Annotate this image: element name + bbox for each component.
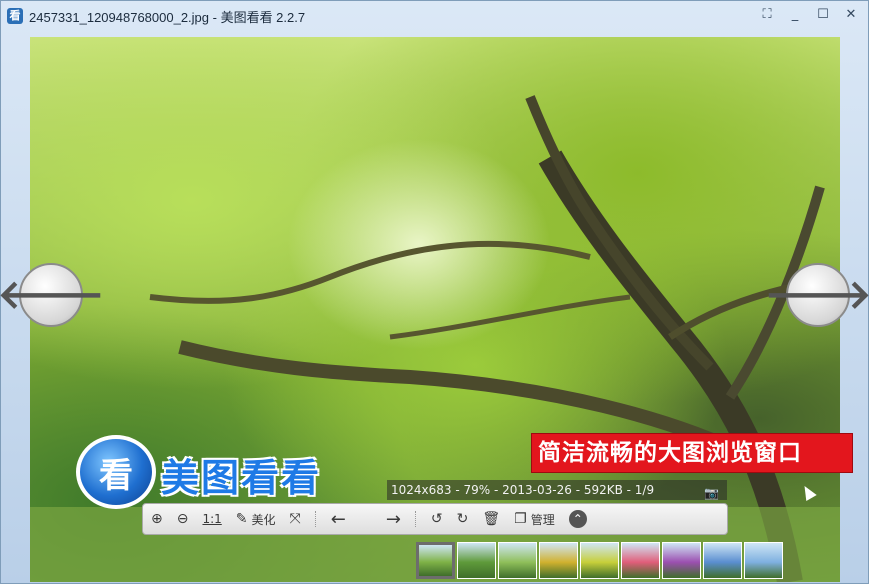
thumbnail[interactable] [662,542,701,579]
chevron-up-icon: ⌃ [572,512,583,526]
folder-icon: ❐ [514,511,527,527]
thumbnail[interactable] [498,542,537,579]
logo-text: 美图看看 [161,456,322,500]
delete-button[interactable]: 🗑 [482,507,500,531]
rotate-right-button[interactable]: ↻ [457,507,469,531]
maximize-button[interactable]: ☐ [814,6,832,24]
thumbnail[interactable] [580,542,619,579]
minimize-button[interactable]: _ [786,6,804,24]
arrow-right-icon: → [385,508,401,530]
zoom-out-icon: ⊖ [176,511,189,527]
previous-button[interactable]: ← [331,507,346,531]
share-button[interactable]: ⤧ [290,507,301,531]
app-window: 看 2457331_120948768000_2.jpg - 美图看看 2.2.… [0,0,869,584]
rotate-right-icon: ↻ [456,511,469,527]
zoom-in-button[interactable]: ⊕ [151,507,163,531]
logo-mark: 看 [99,455,133,496]
thumbnail-strip [416,542,783,582]
actual-size-button[interactable]: 1:1 [202,507,221,531]
app-logo: 看 [76,435,156,509]
rotate-left-button[interactable]: ↺ [431,507,443,531]
arrow-left-icon: ← [330,508,346,530]
beautify-button[interactable]: ✎ 美化 [236,507,276,531]
manage-button[interactable]: ❐ 管理 [514,507,555,531]
zoom-in-icon: ⊕ [151,511,163,527]
arrow-right-icon: 🡒 [764,272,869,318]
next-button[interactable]: → [386,507,401,531]
toolbar-divider [414,511,417,527]
thumbnail[interactable] [744,542,783,579]
actual-size-label: 1:1 [202,512,222,526]
collapse-button[interactable]: ⌃ [568,510,587,528]
bottom-toolbar: ⊕ ⊖ 1:1 ✎ 美化 ⤧ ← → ↺ ↻ 🗑 ❐ 管理 ⌃ [142,503,728,535]
zoom-out-button[interactable]: ⊖ [177,507,189,531]
toolbar-divider [314,511,317,527]
image-info-bar: 1024x683 - 79% - 2013-03-26 - 592KB - 1/… [387,480,727,500]
thumbnail[interactable] [539,542,578,579]
share-icon: ⤧ [289,511,301,527]
image-info: 1024x683 - 79% - 2013-03-26 - 592KB - 1/… [391,483,655,497]
window-title: 2457331_120948768000_2.jpg - 美图看看 2.2.7 [29,9,306,25]
thumbnail[interactable] [416,542,455,579]
thumbnail[interactable] [457,542,496,579]
trash-icon: 🗑 [482,511,501,527]
thumbnail[interactable] [621,542,660,579]
camera-icon[interactable]: 📷 [704,483,719,503]
next-image-button[interactable]: 🡒 [764,263,869,327]
app-icon: 看 [7,8,23,24]
arrow-left-icon: 🡐 [0,272,105,318]
beautify-label: 美化 [251,512,276,527]
fullscreen-button[interactable]: ⛶ [758,6,776,24]
close-button[interactable]: ✕ [842,6,860,24]
manage-label: 管理 [530,512,555,527]
title-bar[interactable]: 看 2457331_120948768000_2.jpg - 美图看看 2.2.… [1,1,868,31]
promo-banner: 简洁流畅的大图浏览窗口 [532,434,852,472]
rotate-left-icon: ↺ [430,511,443,527]
thumbnail[interactable] [703,542,742,579]
pencil-icon: ✎ [235,511,248,527]
previous-image-button[interactable]: 🡐 [0,263,105,327]
